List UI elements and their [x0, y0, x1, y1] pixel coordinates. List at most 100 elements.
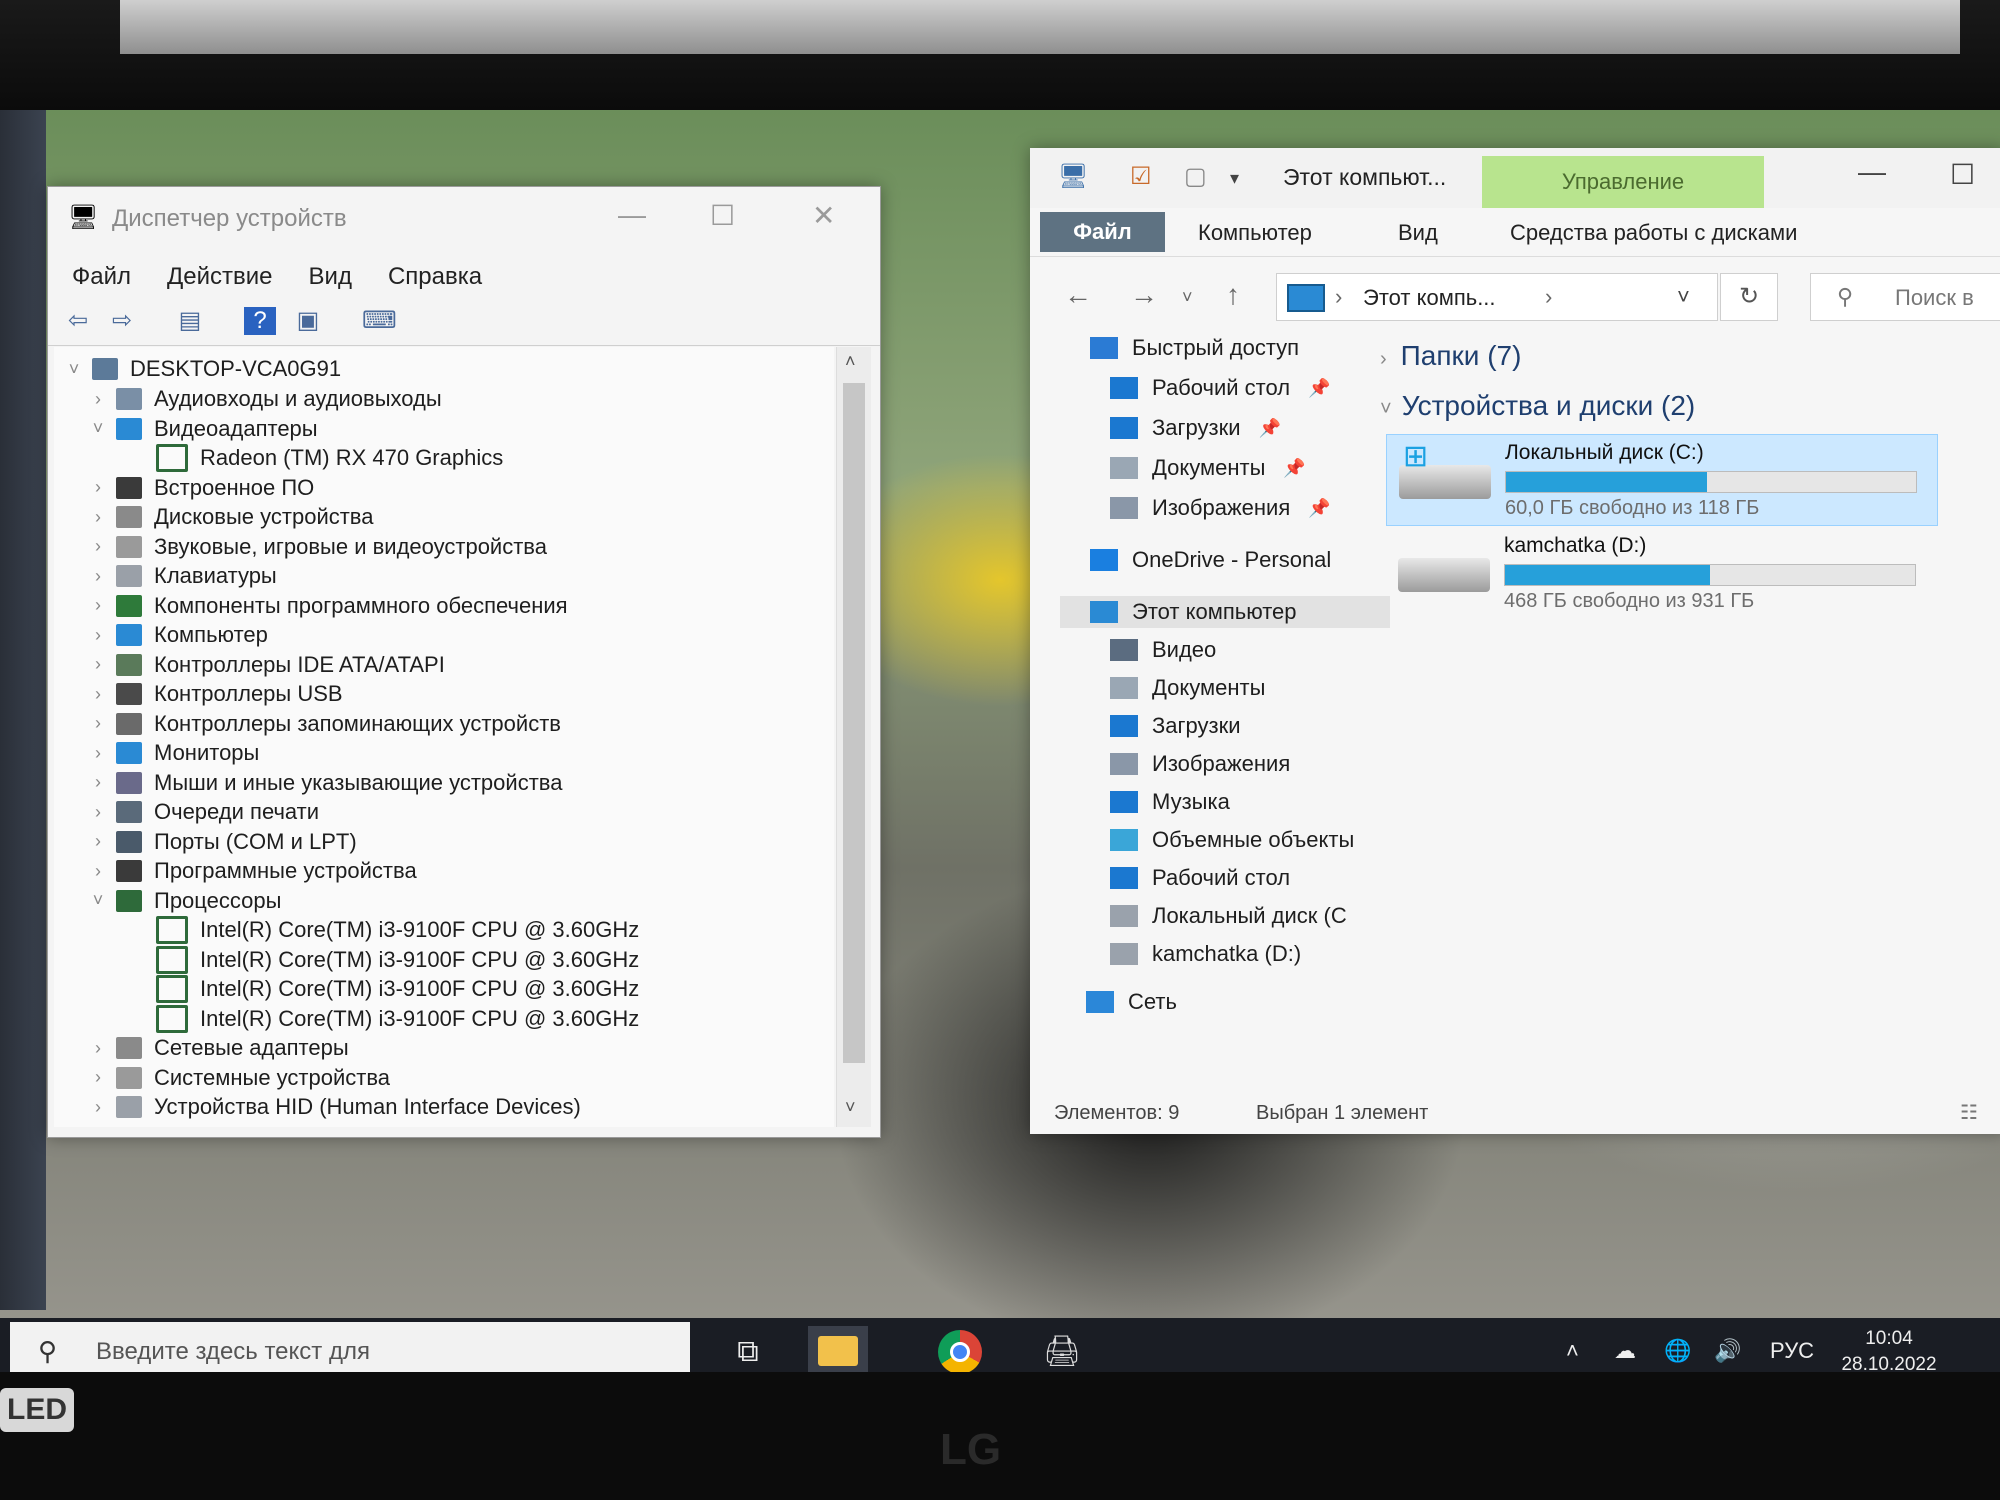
tree-item[interactable]: Intel(R) Core(TM) i3-9100F CPU @ 3.60GHz — [150, 945, 639, 974]
tree-item[interactable]: Intel(R) Core(TM) i3-9100F CPU @ 3.60GHz — [150, 1004, 639, 1033]
properties-icon[interactable]: ▤ — [174, 307, 206, 335]
back-arrow-icon[interactable]: ⇦ — [62, 307, 94, 335]
chevron-right-icon[interactable]: › — [86, 713, 110, 734]
forward-arrow-icon[interactable]: → — [1130, 279, 1158, 311]
scroll-down-icon[interactable]: ˅ — [845, 1097, 856, 1118]
nav-item[interactable]: Документы 📌 — [1110, 452, 1306, 484]
tree-item[interactable]: › Контроллеры IDE ATA/ATAPI — [86, 651, 445, 679]
tree-item[interactable]: › Устройства HID (Human Interface Devices… — [86, 1093, 581, 1121]
maximize-icon[interactable]: ☐ — [710, 199, 735, 232]
onedrive-tray-icon[interactable]: ☁ — [1614, 1338, 1636, 1364]
nav-item[interactable]: Рабочий стол — [1110, 862, 1290, 894]
tree-item[interactable]: › Программные устройства — [86, 857, 417, 885]
tree-item[interactable]: ˅ Процессоры — [86, 887, 282, 915]
address-bar[interactable]: › Этот компь... › ˅ — [1276, 273, 1718, 321]
chevron-down-icon[interactable]: ˅ — [86, 890, 110, 911]
menu-file[interactable]: Файл — [72, 263, 131, 291]
tab-disk-tools[interactable]: Средства работы с дисками — [1510, 220, 1797, 246]
chevron-right-icon[interactable]: › — [86, 507, 110, 528]
chevron-right-icon[interactable]: › — [86, 477, 110, 498]
maximize-icon[interactable]: ☐ — [1950, 158, 1975, 191]
up-arrow-icon[interactable]: ↑ — [1226, 279, 1240, 311]
nav-item[interactable]: kamchatka (D:) — [1110, 938, 1301, 970]
tree-item[interactable]: › Мыши и иные указывающие устройства — [86, 769, 562, 797]
quick-access-dropdown-icon[interactable]: ▾ — [1230, 168, 1239, 189]
tree-item[interactable]: Radeon (TM) RX 470 Graphics — [150, 444, 503, 472]
drive-c[interactable]: ⊞ Локальный диск (C:) 60,0 ГБ свободно и… — [1386, 434, 1938, 526]
recent-dropdown-icon[interactable]: ˅ — [1182, 287, 1193, 308]
back-arrow-icon[interactable]: ← — [1064, 279, 1092, 311]
chevron-right-icon[interactable]: › — [86, 1038, 110, 1059]
chevron-right-icon[interactable]: › — [86, 536, 110, 557]
taskbar-clock[interactable]: 10:04 28.10.2022 — [1834, 1326, 1944, 1378]
chevron-right-icon[interactable]: › — [86, 1097, 110, 1118]
nav-item[interactable]: OneDrive - Personal — [1090, 544, 1331, 576]
file-explorer-taskbar-button[interactable] — [808, 1326, 868, 1378]
chevron-down-icon[interactable]: ˅ — [86, 418, 110, 439]
chevron-right-icon[interactable]: › — [86, 743, 110, 764]
tree-item[interactable]: › Очереди печати — [86, 798, 319, 826]
chevron-right-icon[interactable]: › — [86, 684, 110, 705]
volume-icon[interactable]: 🔊 — [1714, 1338, 1741, 1364]
chevron-right-icon[interactable]: › — [86, 654, 110, 675]
device-tree-scrollbar[interactable]: ˄ ˅ — [836, 347, 871, 1127]
tree-item[interactable]: › Системные устройства — [86, 1064, 390, 1092]
nav-item[interactable]: Локальный диск (C — [1110, 900, 1347, 932]
chevron-right-icon[interactable]: › — [86, 831, 110, 852]
tray-chevron-up-icon[interactable]: ˄ — [1566, 1338, 1579, 1364]
scroll-up-icon[interactable]: ˄ — [845, 351, 856, 372]
pin-icon[interactable]: 📌 — [1259, 418, 1281, 439]
network-globe-icon[interactable]: 🌐 — [1664, 1338, 1691, 1364]
tree-item[interactable]: › Компьютер — [86, 621, 268, 649]
drive-d[interactable]: kamchatka (D:) 468 ГБ свободно из 931 ГБ — [1386, 528, 1936, 618]
device-manager-taskbar-icon[interactable]: 🖨 — [1032, 1326, 1092, 1378]
address-dropdown-icon[interactable]: ˅ — [1677, 284, 1690, 310]
nav-item[interactable]: Музыка — [1110, 786, 1230, 818]
chevron-right-icon[interactable]: › — [1380, 348, 1387, 370]
explorer-titlebar[interactable]: 🖥 ☑ ▢ ▾ Этот компьют... Управление — ☐ — [1030, 148, 2000, 208]
tree-item[interactable]: Intel(R) Core(TM) i3-9100F CPU @ 3.60GHz — [150, 916, 639, 944]
tree-item[interactable]: › Аудиовходы и аудиовыходы — [86, 385, 442, 413]
chevron-down-icon[interactable]: ˅ — [1380, 398, 1392, 420]
nav-item[interactable]: Этот компьютер — [1060, 596, 1390, 628]
tree-item[interactable]: ˅ Видеоадаптеры — [86, 415, 318, 443]
details-view-icon[interactable]: ☷ — [1960, 1100, 1978, 1125]
menu-view[interactable]: Вид — [309, 263, 352, 291]
nav-item[interactable]: Загрузки — [1110, 710, 1241, 742]
breadcrumb-chevron-icon[interactable]: › — [1545, 284, 1552, 310]
tree-item[interactable]: › Встроенное ПО — [86, 474, 314, 502]
scan-hardware-icon[interactable]: ⌨ — [362, 307, 397, 335]
tree-item[interactable]: › Контроллеры запоминающих устройств — [86, 710, 561, 738]
help-icon[interactable]: ? — [244, 307, 276, 335]
nav-item[interactable]: Сеть — [1086, 986, 1177, 1018]
minimize-icon[interactable]: — — [618, 199, 646, 231]
pin-icon[interactable]: 📌 — [1308, 378, 1330, 399]
tree-root[interactable]: ˅ DESKTOP-VCA0G91 — [62, 355, 341, 383]
nav-item[interactable]: Объемные объекты — [1110, 824, 1354, 856]
chevron-right-icon[interactable]: › — [86, 566, 110, 587]
device-manager-titlebar[interactable]: 🖥 Диспетчер устройств — ☐ ✕ — [48, 187, 880, 255]
nav-item[interactable]: Загрузки 📌 — [1110, 412, 1281, 444]
new-folder-icon[interactable]: ▢ — [1184, 162, 1207, 191]
chrome-taskbar-button[interactable] — [930, 1326, 990, 1378]
chevron-right-icon[interactable]: › — [86, 1067, 110, 1088]
tree-item[interactable]: › Дисковые устройства — [86, 503, 373, 531]
tree-item[interactable]: › Сетевые адаптеры — [86, 1034, 349, 1062]
refresh-button[interactable]: ↻ — [1720, 273, 1778, 321]
chevron-down-icon[interactable]: ˅ — [62, 359, 86, 380]
manage-tab[interactable]: Управление — [1482, 156, 1764, 208]
scrollbar-thumb[interactable] — [843, 383, 865, 1063]
menu-action[interactable]: Действие — [167, 263, 273, 291]
nav-item[interactable]: Изображения 📌 — [1110, 492, 1331, 524]
close-icon[interactable]: ✕ — [812, 199, 835, 232]
devices-group-header[interactable]: ˅ Устройства и диски (2) — [1380, 390, 1695, 422]
chevron-right-icon[interactable]: › — [86, 595, 110, 616]
pin-icon[interactable]: 📌 — [1283, 458, 1305, 479]
search-input[interactable]: ⚲ Поиск в — [1810, 273, 2000, 321]
nav-item[interactable]: Быстрый доступ — [1090, 332, 1299, 364]
chevron-right-icon[interactable]: › — [86, 389, 110, 410]
tree-item[interactable]: › Контроллеры USB — [86, 680, 343, 708]
nav-item[interactable]: Документы — [1110, 672, 1265, 704]
chevron-right-icon[interactable]: › — [86, 772, 110, 793]
forward-arrow-icon[interactable]: ⇨ — [106, 307, 138, 335]
